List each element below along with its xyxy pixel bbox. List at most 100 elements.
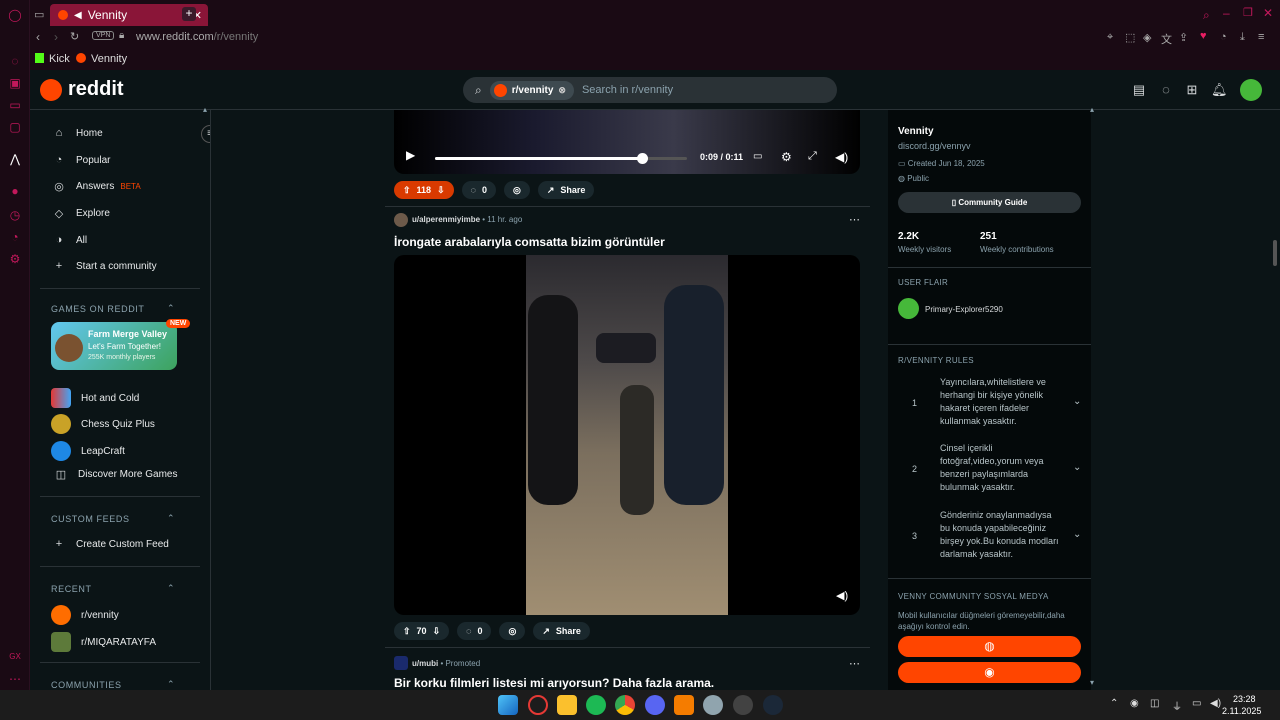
shopping-icon[interactable]: ▣ <box>8 76 22 90</box>
chevron-up-icon[interactable]: ⌃ <box>167 513 175 524</box>
custom-feeds-header[interactable]: CUSTOM FEEDS <box>51 514 130 524</box>
speaker-icon[interactable]: ◀ <box>74 10 82 21</box>
chrome-icon[interactable] <box>615 695 635 715</box>
restore-icon[interactable]: ❐ <box>1243 6 1253 19</box>
chat-icon[interactable]: ◌ <box>1158 82 1174 98</box>
music-icon[interactable]: ● <box>8 184 22 198</box>
share-page-icon[interactable]: ⇪ <box>1179 31 1188 44</box>
shield-icon[interactable]: ◈ <box>1143 31 1151 44</box>
close-window-icon[interactable]: ✕ <box>1263 6 1273 20</box>
community-guide-button[interactable]: ▯ Community Guide <box>898 192 1081 213</box>
chevron-up-icon[interactable]: ⌃ <box>167 583 175 594</box>
pin-icon[interactable]: ⌖ <box>1107 31 1113 44</box>
chevron-down-icon[interactable]: ⌄ <box>1073 396 1081 407</box>
settings-icon[interactable]: ⚙ <box>8 252 22 266</box>
chevron-up-icon[interactable]: ⌃ <box>167 679 175 690</box>
volume-tray-icon[interactable]: ◀) <box>1210 698 1221 709</box>
recent-vennity[interactable]: r/vennity <box>51 605 119 625</box>
nav-all[interactable]: ◑ All <box>52 234 87 246</box>
scrollbar-thumb[interactable] <box>1273 240 1277 266</box>
downvote-icon[interactable]: ⇩ <box>437 185 445 196</box>
search-placeholder[interactable]: Search in r/vennity <box>582 84 673 96</box>
vote-group[interactable]: ⇧ 118 ⇩ <box>394 181 454 199</box>
network-icon[interactable]: ▭ <box>1192 698 1201 709</box>
upvote-icon[interactable]: ⇧ <box>403 626 411 637</box>
kick-icon[interactable]: ⋀ <box>8 152 22 166</box>
chevron-up-icon[interactable]: ⌃ <box>167 303 175 314</box>
history-icon[interactable]: ◷ <box>8 208 22 222</box>
nav-explore[interactable]: ◇ Explore <box>52 207 110 220</box>
tray-discord-icon[interactable]: ◉ <box>1130 698 1139 709</box>
clock-date[interactable]: 2.11.2025 <box>1222 706 1261 716</box>
settings-icon[interactable]: ⚙ <box>781 150 792 164</box>
comments-button[interactable]: ◌ 0 <box>457 622 492 640</box>
game-hot-and-cold[interactable]: Hot and Cold <box>51 388 139 408</box>
url-text[interactable]: www.reddit.com/r/vennity <box>136 31 258 43</box>
workspace-icon[interactable]: ▭ <box>34 8 44 21</box>
communities-header[interactable]: COMMUNITIES <box>51 680 122 690</box>
extensions-icon[interactable]: ◔ <box>8 230 22 244</box>
lock-icon[interactable]: 🔒︎ <box>119 30 124 41</box>
volume-icon[interactable]: ◀) <box>835 150 848 164</box>
vpn-badge[interactable]: VPN <box>92 31 115 40</box>
community-chip[interactable]: r/vennity ⊗ <box>489 80 574 100</box>
vote-group[interactable]: ⇧ 70 ⇩ <box>394 622 450 640</box>
tray-chevron-icon[interactable]: ⌃ <box>1110 698 1118 709</box>
more-icon[interactable]: ⋯ <box>8 672 22 686</box>
recent-miqaratayfa[interactable]: r/MIQARATAYFA <box>51 632 156 652</box>
award-button[interactable]: ◎ <box>499 622 526 640</box>
share-button[interactable]: ↗ Share <box>533 622 590 640</box>
create-custom-feed[interactable]: + Create Custom Feed <box>52 538 169 550</box>
post1-video[interactable]: ▶ 0:09 / 0:11 ▭ ⚙ ⤢ ◀) <box>394 110 860 174</box>
scroll-down-icon[interactable]: ▾ <box>1090 678 1094 687</box>
rule-item[interactable]: 3 Gönderiniz onaylanmadıysa bu konuda ya… <box>898 509 1083 565</box>
volume-icon[interactable]: ◀) <box>836 589 848 602</box>
translate-icon[interactable]: 文 <box>1161 31 1172 47</box>
spotify-icon[interactable] <box>586 695 606 715</box>
download-icon[interactable]: ⤓ <box>1240 31 1245 44</box>
app-icon[interactable] <box>674 695 694 715</box>
aria-icon[interactable]: ◌ <box>8 54 22 68</box>
comments-button[interactable]: ◌ 0 <box>461 181 496 199</box>
clear-chip-icon[interactable]: ⊗ <box>558 85 566 96</box>
bookmark-kick[interactable]: Kick <box>49 53 70 65</box>
scroll-up-icon[interactable]: ▴ <box>203 105 207 114</box>
heart-icon[interactable]: ♥ <box>1200 30 1207 42</box>
menu-icon[interactable]: ≡ <box>1258 31 1264 43</box>
reddit-logo[interactable]: reddit <box>40 78 124 101</box>
recent-header[interactable]: RECENT <box>51 584 92 594</box>
flair-user[interactable]: Primary-Explorer5290 <box>925 305 1003 314</box>
games-header[interactable]: GAMES ON REDDIT <box>51 304 145 314</box>
captions-icon[interactable]: ▭ <box>753 151 762 162</box>
user-avatar[interactable] <box>1240 79 1262 101</box>
play-icon[interactable]: ▶ <box>406 148 415 162</box>
bookmark-vennity[interactable]: Vennity <box>91 53 127 65</box>
upvote-icon[interactable]: ⇧ <box>403 185 411 196</box>
discord-app-icon[interactable] <box>645 695 665 715</box>
opera-icon[interactable] <box>528 695 548 715</box>
post2-title[interactable]: İrongate arabalarıyla comsatta bizim gör… <box>394 235 665 249</box>
app-icon[interactable] <box>703 695 723 715</box>
author-avatar[interactable] <box>394 213 408 227</box>
collapse-nav-button[interactable]: ≡ <box>201 125 210 143</box>
page-scrollbar[interactable] <box>1272 72 1278 687</box>
nav-start-community[interactable]: + Start a community <box>52 260 157 272</box>
discord-button[interactable]: ◉ <box>898 662 1081 683</box>
search-bar[interactable]: ⌕ r/vennity ⊗ Search in r/vennity <box>463 77 837 103</box>
game-leapcraft[interactable]: LeapCraft <box>51 441 125 461</box>
featured-game-card[interactable]: Farm Merge Valley Let's Farm Together! 2… <box>51 322 177 370</box>
snapshot-icon[interactable]: ⬚ <box>1125 31 1135 44</box>
seek-bar[interactable] <box>435 153 687 164</box>
nav-home[interactable]: ⌂ Home <box>52 127 103 139</box>
award-button[interactable]: ◎ <box>504 181 530 199</box>
steam-icon[interactable] <box>763 695 783 715</box>
messenger-icon[interactable]: ▭ <box>8 98 22 112</box>
nav-answers[interactable]: ◎ Answers BETA <box>52 180 140 193</box>
profile-icon[interactable]: ◔ <box>1220 31 1227 43</box>
chevron-down-icon[interactable]: ⌄ <box>1073 529 1081 540</box>
opera-logo-icon[interactable]: ◯ <box>8 8 22 22</box>
post3-author[interactable]: u/mubi <box>412 659 438 668</box>
seek-handle[interactable] <box>636 153 648 164</box>
app-icon[interactable] <box>733 695 753 715</box>
share-button[interactable]: ↗ Share <box>537 181 595 199</box>
